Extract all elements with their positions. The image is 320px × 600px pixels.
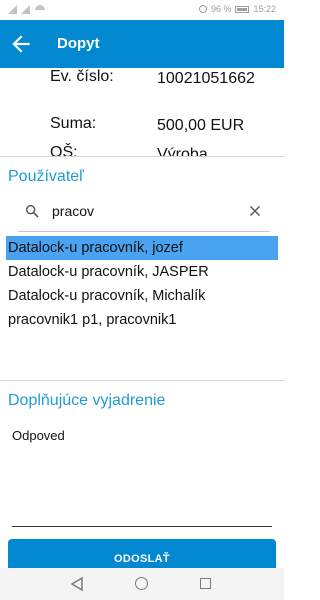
nav-back-icon[interactable] [70,577,84,591]
comment-field[interactable]: Odpoved [12,428,65,443]
battery-percent: 96 % [210,4,232,14]
clock: 15:22 [253,4,276,14]
signal-icon-2 [21,5,30,14]
battery-icon [235,5,250,13]
user-search-box[interactable] [18,193,270,232]
comment-section-title: Doplňujúce vyjadrenie [8,392,166,409]
list-item[interactable]: pracovnik1 p1, pracovnik1 [6,308,278,332]
system-nav-bar [0,568,284,600]
search-icon [25,204,39,218]
amount-label: Suma: [50,115,97,132]
alarm-icon [198,5,207,13]
department-value: Výroba [157,146,208,156]
list-item[interactable]: Datalock-u pracovník, JASPER [6,260,278,284]
app-bar: Dopyt [0,20,284,68]
page-title: Dopyt [57,35,100,52]
signal-icon [8,5,17,14]
user-results-list: Datalock-u pracovník, jozef Datalock-u p… [6,236,278,332]
ev-number-label: Ev. číslo: [50,68,114,85]
divider [0,156,284,157]
back-button[interactable] [8,31,34,57]
list-item[interactable]: Datalock-u pracovník, Michalík [6,284,278,308]
nav-home-icon[interactable] [135,577,148,590]
list-item[interactable]: Datalock-u pracovník, jozef [6,236,278,260]
wifi-icon [34,5,46,14]
details-panel: Ev. číslo: 10021051662 Suma: 500,00 EUR … [0,68,284,156]
department-label: OŠ: [50,144,78,156]
user-search-input[interactable] [52,201,242,221]
ev-number-value: 10021051662 [157,70,255,87]
amount-value: 500,00 EUR [157,117,245,134]
close-icon[interactable] [246,202,264,220]
arrow-left-icon [12,35,30,53]
user-section-title: Používateľ [8,168,84,185]
comment-underline [12,526,272,527]
status-bar: 96 % 15:22 [0,0,284,20]
status-right-info: 96 % 15:22 [198,4,276,14]
status-left-icons [8,5,46,14]
nav-recent-icon[interactable] [200,578,211,589]
divider-2 [0,380,284,381]
